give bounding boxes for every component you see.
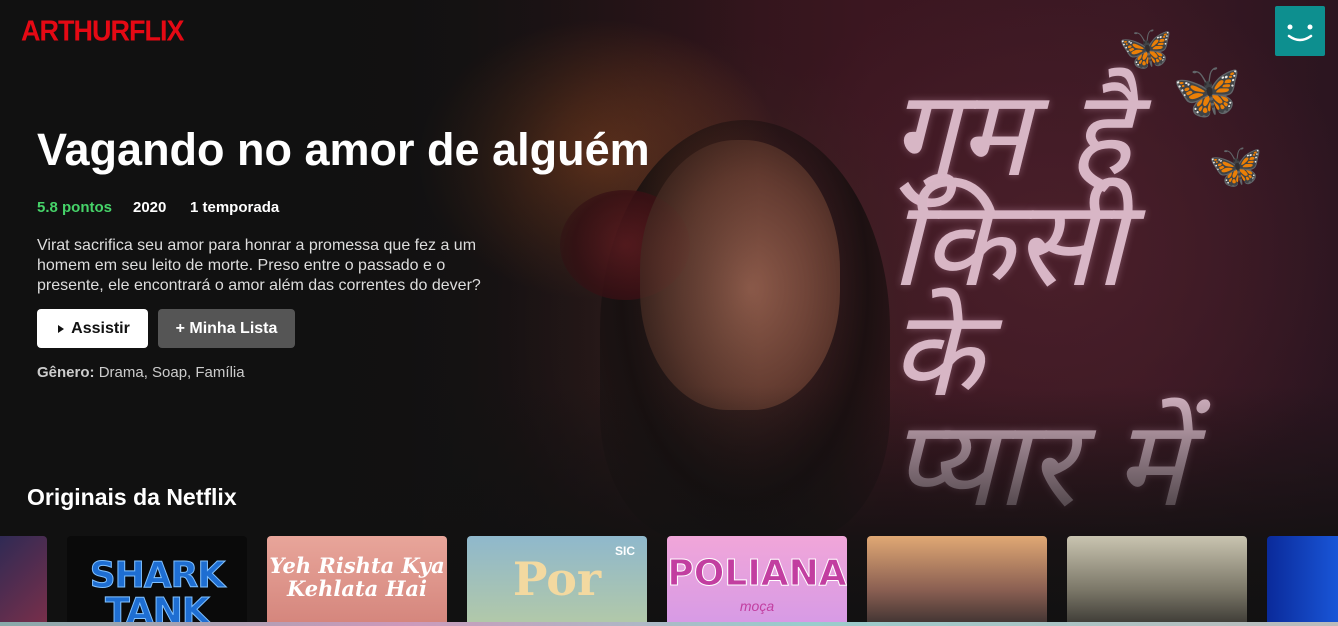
card-title: Por (512, 552, 602, 606)
title-card[interactable]: Yeh Rishta Kya Kehlata Hai (267, 536, 447, 626)
profile-avatar[interactable] (1275, 6, 1325, 56)
genre-values: Drama, Soap, Família (98, 364, 245, 381)
title-card[interactable] (1067, 536, 1247, 626)
poster-hindi-title: गुम है किसी के प्यार में (890, 65, 1186, 525)
play-button[interactable]: Assistir (37, 309, 148, 348)
card-title: SHARK TANK (89, 555, 226, 626)
smiley-avatar-icon (1287, 24, 1313, 42)
app-logo[interactable]: ARTHURFLIX (21, 15, 184, 48)
hero-title: Vagando no amor de alguém (37, 124, 650, 175)
card-title: Yeh Rishta Kya Kehlata Hai (269, 553, 445, 601)
season-count: 1 temporada (190, 199, 280, 216)
title-card[interactable]: SIC Por (467, 536, 647, 626)
genre-line: Gênero: Drama, Soap, Família (37, 364, 245, 381)
title-row: SHARK TANK Yeh Rishta Kya Kehlata Hai SI… (0, 536, 1338, 626)
card-title: POLIANA (667, 553, 847, 594)
title-card[interactable]: POLIANA moça (667, 536, 847, 626)
card-subtitle: moça (739, 598, 775, 614)
title-card[interactable] (867, 536, 1047, 626)
title-card[interactable] (1267, 536, 1338, 626)
butterfly-icon: 🦋 (1172, 59, 1242, 122)
play-button-label: Assistir (71, 319, 130, 337)
row-title: Originais da Netflix (27, 484, 237, 510)
butterfly-icon: 🦋 (1208, 142, 1263, 191)
play-triangle-icon (58, 324, 65, 333)
my-list-button-label: + Minha Lista (175, 319, 278, 337)
title-card[interactable]: SHARK TANK (67, 536, 247, 626)
bottom-strip (0, 622, 1338, 626)
title-card[interactable] (0, 536, 47, 626)
rating-points: 5.8 pontos (37, 199, 113, 216)
release-year: 2020 (133, 199, 167, 216)
my-list-button[interactable]: + Minha Lista (158, 309, 295, 348)
hero-description: Virat sacrifica seu amor para honrar a p… (37, 237, 481, 294)
genre-label: Gênero: (37, 364, 95, 381)
butterfly-icon: 🦋 (1118, 24, 1173, 73)
hero-meta: 5.8 pontos 2020 1 temporada (37, 199, 279, 216)
